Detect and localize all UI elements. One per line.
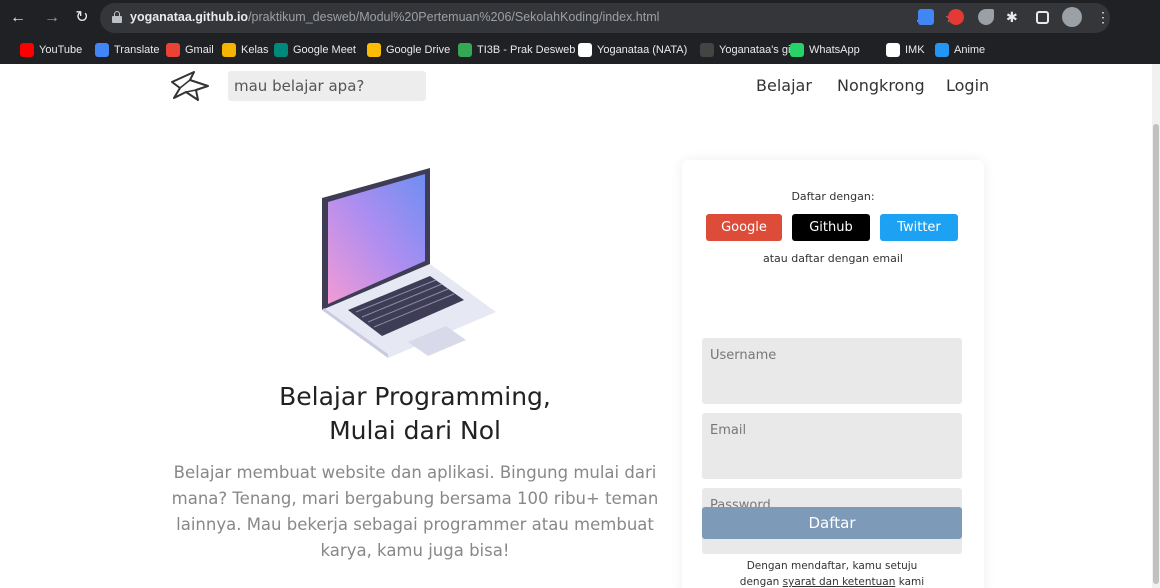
scrollbar-thumb[interactable]	[1153, 124, 1159, 584]
bookmark-label: WhatsApp	[809, 44, 860, 56]
google-button[interactable]: Google	[706, 214, 782, 241]
bookmark-label: Google Drive	[386, 44, 451, 56]
terms-line-1: Dengan mendaftar, kamu setuju	[746, 560, 918, 572]
bookmark-label: Google Meet	[293, 44, 356, 56]
bookmark-item[interactable]: Yoganataa (NATA)	[578, 42, 687, 58]
github-button[interactable]: Github	[792, 214, 870, 241]
bookmark-favicon-icon	[274, 43, 288, 57]
bookmarks-bar: YouTube Translate Gmail Kelas Google Meet Goo…	[0, 36, 1160, 64]
email-placeholder: Email	[710, 423, 747, 438]
terms-text: Dengan mendaftar, kamu setuju dengan sya…	[702, 558, 962, 588]
bookmark-item[interactable]: Google Drive	[367, 42, 450, 58]
signup-card: Daftar dengan: Google Github Twitter ata…	[682, 160, 984, 588]
bookmark-item[interactable]: Google Meet	[274, 42, 356, 58]
forward-icon[interactable]: →	[42, 8, 62, 28]
page-content: Belajar Nongkrong Login Belajar Programm…	[0, 64, 1152, 588]
terms-suffix: kami	[895, 576, 925, 588]
bookmark-label: Anime	[954, 44, 986, 56]
hero-title: Belajar Programming, Mulai dari Nol	[170, 380, 660, 448]
lock-icon	[112, 11, 122, 23]
username-field[interactable]: Username	[702, 338, 962, 404]
bookmark-favicon-icon	[886, 43, 900, 57]
bookmark-favicon-icon	[700, 43, 714, 57]
puzzle-icon[interactable]: ✱	[1006, 9, 1022, 25]
signup-heading: Daftar dengan:	[791, 190, 875, 203]
bookmark-item[interactable]: YouTube	[20, 42, 82, 58]
bookmark-item[interactable]: WhatsApp	[790, 42, 860, 58]
address-row: ← → ↻ yoganataa.github.io/praktikum_desw…	[0, 0, 1160, 36]
translate-extension-icon[interactable]	[918, 9, 934, 25]
twitter-button[interactable]: Twitter	[880, 214, 958, 241]
bookmark-favicon-icon	[367, 43, 381, 57]
bookmark-favicon-icon	[578, 43, 592, 57]
bookmark-label: Yoganataa (NATA)	[597, 44, 688, 56]
bookmark-label: Gmail	[185, 44, 214, 56]
email-field[interactable]: Email	[702, 413, 962, 479]
bookmark-item[interactable]: Anime	[935, 42, 985, 58]
bookmark-label: Kelas	[241, 44, 269, 56]
laptop-illustration	[322, 168, 496, 358]
bookmark-label: YouTube	[39, 44, 83, 56]
terms-link[interactable]: syarat dan ketentuan	[783, 576, 896, 588]
bookmark-item[interactable]: Translate	[95, 42, 159, 58]
bookmark-item[interactable]: Gmail	[166, 42, 214, 58]
submit-button[interactable]: Daftar	[702, 507, 962, 539]
bookmark-item[interactable]: Yoganataa's gists	[700, 42, 804, 58]
bookmark-label: IMK	[905, 44, 925, 56]
bookmark-label: TI3B - Prak Desweb	[477, 44, 576, 56]
nav-link-login[interactable]: Login	[946, 76, 989, 95]
nav-link-nongkrong[interactable]: Nongkrong	[837, 76, 925, 95]
bookmark-favicon-icon	[458, 43, 472, 57]
nav-link-belajar[interactable]: Belajar	[756, 76, 812, 95]
bookmark-favicon-icon	[166, 43, 180, 57]
bookmark-label: Translate	[114, 44, 160, 56]
terms-prefix: dengan	[739, 576, 783, 588]
menu-icon[interactable]: ⋮	[1096, 9, 1112, 25]
logo-icon[interactable]	[168, 68, 212, 104]
extension-icon[interactable]	[948, 9, 964, 25]
username-placeholder: Username	[710, 348, 777, 363]
back-icon[interactable]: ←	[8, 8, 28, 28]
extension-icon[interactable]	[978, 9, 994, 25]
avatar[interactable]	[1062, 7, 1082, 27]
bookmark-favicon-icon	[222, 43, 236, 57]
scrollbar[interactable]	[1152, 64, 1160, 588]
bookmark-item[interactable]: IMK	[886, 42, 925, 58]
url-text: yoganataa.github.io/praktikum_desweb/Mod…	[130, 10, 660, 24]
sidepanel-icon[interactable]	[1036, 11, 1049, 24]
signup-alt-text: atau daftar dengan email	[763, 252, 903, 265]
hero-description: Belajar membuat website dan aplikasi. Bi…	[171, 463, 659, 560]
bookmark-item[interactable]: Kelas	[222, 42, 269, 58]
search-input[interactable]	[228, 71, 426, 101]
browser-chrome: ← → ↻ yoganataa.github.io/praktikum_desw…	[0, 0, 1160, 64]
terms-line-2: dengan syarat dan ketentuan kami	[702, 574, 962, 588]
bookmark-favicon-icon	[20, 43, 34, 57]
bookmark-favicon-icon	[95, 43, 109, 57]
bookmark-favicon-icon	[790, 43, 804, 57]
hero-title-line-2: Mulai dari Nol	[329, 416, 501, 445]
bookmark-item[interactable]: TI3B - Prak Desweb	[458, 42, 575, 58]
reload-icon[interactable]: ↻	[72, 8, 92, 28]
hero-title-line-1: Belajar Programming,	[279, 382, 551, 411]
bookmark-favicon-icon	[935, 43, 949, 57]
